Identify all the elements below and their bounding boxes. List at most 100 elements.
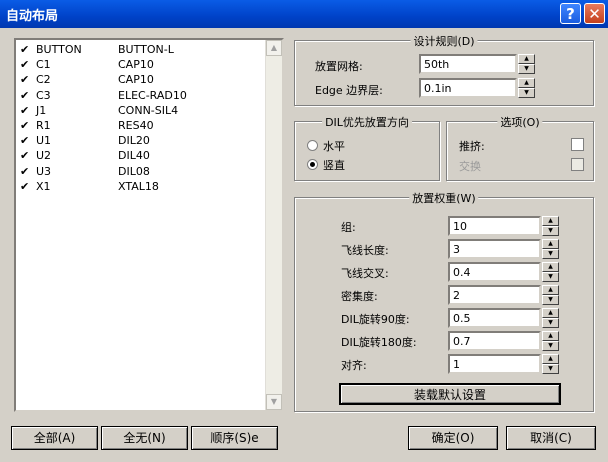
weight-spinner: 0.4 ▲ ▼ (448, 262, 560, 282)
edge-input[interactable]: 0.1in (419, 78, 517, 98)
grid-spinner: 50th ▲ ▼ (419, 54, 537, 74)
weight-label: 飞线长度: (341, 244, 389, 257)
horizontal-label: 水平 (323, 140, 345, 153)
component-footprint: CAP10 (118, 58, 154, 72)
check-icon[interactable]: ✔ (20, 104, 29, 117)
component-footprint: CAP10 (118, 73, 154, 87)
weight-spinner: 0.7 ▲ ▼ (448, 331, 560, 351)
edge-up-icon[interactable]: ▲ (518, 78, 535, 88)
design-rules-title: 设计规则(D) (410, 33, 478, 49)
swap-label: 交换 (459, 160, 481, 173)
weight-up-icon[interactable]: ▲ (542, 285, 559, 295)
component-ref: C1 (36, 58, 51, 72)
weight-input[interactable]: 0.7 (448, 331, 541, 351)
weight-spinner: 2 ▲ ▼ (448, 285, 560, 305)
weight-spinner: 0.5 ▲ ▼ (448, 308, 560, 328)
check-icon[interactable]: ✔ (20, 74, 29, 86)
weight-label: DIL旋转90度: (341, 313, 410, 326)
options-group: 选项(O) 推挤: 交换 (446, 114, 594, 181)
horizontal-radio[interactable] (307, 140, 318, 151)
grid-down-icon[interactable]: ▼ (518, 64, 535, 74)
edge-down-icon[interactable]: ▼ (518, 88, 535, 98)
component-ref: X1 (36, 179, 51, 193)
weight-input[interactable]: 0.5 (448, 308, 541, 328)
weight-up-icon[interactable]: ▲ (542, 354, 559, 364)
load-defaults-button[interactable]: 装载默认设置 (339, 383, 561, 405)
select-none-button[interactable]: 全无(N) (101, 426, 188, 450)
check-icon[interactable]: ✔ (20, 59, 29, 71)
vertical-label: 竖直 (323, 159, 345, 172)
edge-spinner: 0.1in ▲ ▼ (419, 78, 537, 98)
window-title: 自动布局 (6, 9, 59, 24)
order-button[interactable]: 顺序(S)e (191, 426, 278, 450)
design-rules-group: 设计规则(D) 放置网格: 50th ▲ ▼ Edge 边界层: 0.1in ▲… (294, 33, 594, 106)
weight-input[interactable]: 3 (448, 239, 541, 259)
weight-down-icon[interactable]: ▼ (542, 364, 559, 374)
edge-label: Edge 边界层: (315, 84, 383, 97)
vertical-radio[interactable] (307, 159, 318, 170)
grid-input[interactable]: 50th (419, 54, 517, 74)
weight-down-icon[interactable]: ▼ (542, 272, 559, 282)
component-ref: BUTTON (36, 43, 82, 56)
scroll-down-icon[interactable]: ▼ (266, 394, 282, 410)
select-all-button[interactable]: 全部(A) (11, 426, 98, 450)
placement-weights-group: 放置权重(W) 组: 10 ▲ ▼ 飞线长度: 3 ▲ ▼ 飞线交叉: 0.4 ▲ ▼ 密集度: 2 ▲ ▼ D… (294, 190, 594, 412)
weight-input[interactable]: 10 (448, 216, 541, 236)
check-icon[interactable]: ✔ (20, 89, 29, 102)
component-ref: U2 (36, 149, 52, 163)
component-footprint: XTAL18 (118, 179, 159, 193)
component-ref: J1 (36, 103, 47, 117)
placement-weights-title: 放置权重(W) (409, 190, 479, 206)
component-ref: R1 (36, 119, 51, 132)
weight-down-icon[interactable]: ▼ (542, 341, 559, 351)
cancel-button[interactable]: 取消(C) (506, 426, 596, 450)
component-ref: U3 (36, 164, 52, 178)
weight-down-icon[interactable]: ▼ (542, 295, 559, 305)
weight-spinner: 10 ▲ ▼ (448, 216, 560, 236)
component-ref: C2 (36, 73, 51, 87)
component-footprint: RES40 (118, 119, 154, 132)
weight-down-icon[interactable]: ▼ (542, 226, 559, 236)
component-list[interactable]: ✔ BUTTON BUTTON-L ✔ C1 CAP10 ✔ C2 CAP10 ✔ C3 ELEC-R… (14, 38, 284, 412)
ok-button[interactable]: 确定(O) (408, 426, 498, 450)
title-bar: 自动布局 ? ✕ (0, 0, 608, 28)
options-title: 选项(O) (497, 114, 543, 130)
weight-input[interactable]: 0.4 (448, 262, 541, 282)
check-icon[interactable]: ✔ (20, 180, 29, 193)
weight-up-icon[interactable]: ▲ (542, 308, 559, 318)
list-scrollbar[interactable]: ▲ ▼ (265, 40, 282, 410)
weight-label: 密集度: (341, 290, 378, 303)
weight-spinner: 3 ▲ ▼ (448, 239, 560, 259)
swap-checkbox[interactable] (571, 158, 584, 171)
check-icon[interactable]: ✔ (20, 120, 29, 132)
component-ref: U1 (36, 134, 52, 148)
weight-input[interactable]: 2 (448, 285, 541, 305)
weight-up-icon[interactable]: ▲ (542, 331, 559, 341)
weight-spinner: 1 ▲ ▼ (448, 354, 560, 374)
component-footprint: DIL08 (118, 164, 150, 178)
component-footprint: CONN-SIL4 (118, 103, 179, 117)
check-icon[interactable]: ✔ (20, 135, 29, 147)
component-footprint: DIL40 (118, 149, 150, 163)
push-checkbox[interactable] (571, 138, 584, 151)
grid-up-icon[interactable]: ▲ (518, 54, 535, 64)
dil-orientation-group: DIL优先放置方向 水平 竖直 (294, 114, 440, 181)
weight-up-icon[interactable]: ▲ (542, 216, 559, 226)
weight-label: DIL旋转180度: (341, 336, 417, 349)
component-footprint: BUTTON-L (118, 43, 174, 56)
weight-input[interactable]: 1 (448, 354, 541, 374)
check-icon[interactable]: ✔ (20, 165, 29, 178)
weight-label: 飞线交叉: (341, 267, 389, 280)
push-label: 推挤: (459, 140, 485, 153)
weight-down-icon[interactable]: ▼ (542, 249, 559, 259)
weight-up-icon[interactable]: ▲ (542, 239, 559, 249)
scroll-up-icon[interactable]: ▲ (266, 40, 282, 56)
close-button[interactable]: ✕ (584, 3, 605, 24)
weight-up-icon[interactable]: ▲ (542, 262, 559, 272)
check-icon[interactable]: ✔ (20, 44, 29, 56)
help-button[interactable]: ? (560, 3, 581, 24)
component-footprint: DIL20 (118, 134, 150, 148)
weight-down-icon[interactable]: ▼ (542, 318, 559, 328)
check-icon[interactable]: ✔ (20, 150, 29, 162)
component-ref: C3 (36, 88, 51, 102)
